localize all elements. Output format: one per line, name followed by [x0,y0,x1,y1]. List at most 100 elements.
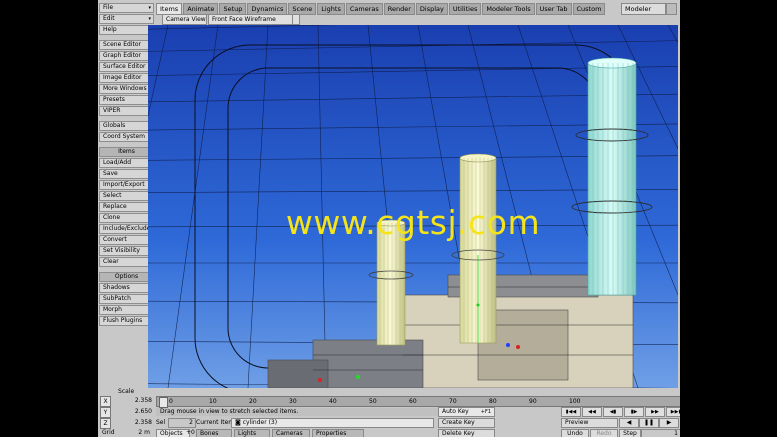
delete-key-button[interactable]: Delete Key [438,429,495,437]
axis-x-button[interactable]: X [100,396,111,407]
menu-image-editor-button[interactable]: Image Editor▾ [99,73,154,83]
viewport-header: Camera View Front Face Wireframe [162,14,678,25]
menu-viper-label: VIPER [103,107,121,114]
menu-presets-button[interactable]: Presets▾ [99,95,154,105]
menu-convert-button[interactable]: Convert▾ [99,235,154,245]
step-back-button[interactable]: ◀◀ [582,407,602,417]
axis-y-value[interactable]: 2.650 [112,407,152,416]
menu-clear-button[interactable]: Clear▾ [99,257,154,267]
coord-row-z: Z 2.358 [100,418,152,429]
axis-y-button[interactable]: Y [100,407,111,418]
menu-morph-label: Morph [103,306,122,313]
menu-viper-button[interactable]: VIPER▾ [99,106,154,116]
bottom-panel: Scale 0 10 20 30 40 50 60 70 80 90 100 X 2.358 Y 2.65… [98,388,680,437]
redo-button[interactable]: Redo [590,429,618,437]
render-mode-dropdown[interactable]: Front Face Wireframe [208,14,293,25]
preview-dropdown[interactable]: Preview [561,418,618,428]
menu-save-button[interactable]: Save▾ [99,169,154,179]
menu-set-visibility-button[interactable]: Set Visibility▾ [99,246,154,256]
menu-edit-button[interactable]: Edit ▾ [99,14,154,24]
step-forward-button[interactable]: ▶▶ [645,407,665,417]
play-forward-button[interactable]: ▮▶ [624,407,644,417]
auto-key-button[interactable]: Auto Key +F1 [438,407,495,417]
coord-row-y: Y 2.650 [100,407,152,418]
item-type-tab-cameras[interactable]: Cameras [272,429,310,437]
item-type-tab-objects[interactable]: Objects [156,429,190,437]
menu-load-add-label: Load/Add [103,159,132,166]
play-back-button[interactable]: ◀▮ [603,407,623,417]
menu-load-add-button[interactable]: Load/Add▾ [99,158,154,168]
objects-count: +0 [186,429,195,436]
item-type-tab-bones[interactable]: Bones [196,429,232,437]
menu-scene-editor-button[interactable]: Scene Editor▾ [99,40,154,50]
menu-file-button[interactable]: File ▾ [99,3,154,13]
current-item-label: Current Item [196,419,235,426]
menu-import-export-button[interactable]: Import/Export▾ [99,180,154,190]
pause-button[interactable]: ❚❚ [639,418,659,428]
watermark-text: www.cgtsj.com [285,203,541,242]
menu-presets-label: Presets [103,96,125,103]
timeline-tick-label: 80 [489,398,497,405]
menu-set-visibility-label: Set Visibility [103,247,140,254]
undo-button[interactable]: Undo [561,429,589,437]
axis-z-value[interactable]: 2.358 [112,418,152,427]
menu-clone-label: Clone [103,214,121,221]
cylinder-icon: ◙ [235,419,243,426]
menu-globals-label: Globals [103,122,126,129]
play-button[interactable]: ▶ [659,418,679,428]
axis-x-value[interactable]: 2.358 [112,396,152,405]
render-mode-label: Front Face Wireframe [212,16,276,23]
create-key-button[interactable]: Create Key [438,418,495,428]
menu-shadows-label: Shadows [103,284,130,291]
item-type-tab-properties[interactable]: Properties [312,429,364,437]
menu-coord-system-label: Coord System [103,133,145,140]
menu-replace-label: Replace [103,203,127,210]
menu-include-exclude-button[interactable]: Include/Exclude▾ [99,224,154,234]
menu-help-button[interactable]: Help▾ [99,25,154,35]
menu-morph-button[interactable]: Morph▾ [99,305,154,315]
menu-import-export-label: Import/Export [103,181,145,188]
menu-globals-button[interactable]: Globals▾ [99,121,154,131]
menu-file-label: File [103,4,114,11]
timeline-tick-label: 10 [209,398,217,405]
selection-count: 2 [168,418,196,428]
timeline-slider[interactable]: 0 10 20 30 40 50 60 70 80 90 100 [156,396,680,408]
go-to-end-button[interactable]: ▶▶▮ [666,407,680,417]
timeline-current-frame-handle[interactable] [159,397,168,408]
chevron-down-icon: ▾ [148,16,151,22]
axis-z-button[interactable]: Z [100,418,111,429]
menu-convert-label: Convert [103,236,127,243]
camera-viewport[interactable]: www.cgtsj.com [148,25,678,388]
item-type-tab-lights[interactable]: Lights [234,429,270,437]
menu-flush-plugins-label: Flush Plugins [103,317,143,324]
undo-label: Undo [567,430,583,437]
menu-clone-button[interactable]: Clone▾ [99,213,154,223]
view-type-dropdown[interactable]: Camera View [162,14,207,25]
timeline-tick-label: 30 [289,398,297,405]
menu-shadows-button[interactable]: Shadows▾ [99,283,154,293]
step-value: 1 [674,430,678,437]
menu-flush-plugins-button[interactable]: Flush Plugins▾ [99,316,154,326]
timeline-tick-label: 60 [409,398,417,405]
menu-surface-editor-label: Surface Editor [103,63,146,70]
menu-more-windows-label: More Windows [103,85,147,92]
timeline-tick-label: 90 [529,398,537,405]
menu-select-button[interactable]: Select▾ [99,191,154,201]
menu-replace-button[interactable]: Replace▾ [99,202,154,212]
playback-controls: ▮◀◀ ◀◀ ◀▮ ▮▶ ▶▶ ▶▶▮ [561,407,680,417]
menu-include-exclude-label: Include/Exclude [103,225,151,232]
current-item-dropdown[interactable]: ◙ cylinder (3) [231,418,434,428]
menu-more-windows-button[interactable]: More Windows▾ [99,84,154,94]
go-to-start-button[interactable]: ▮◀◀ [561,407,581,417]
preview-label: Preview [565,419,589,426]
step-value-field[interactable]: 1 [641,429,680,437]
menu-coord-system-button[interactable]: Coord System▾ [99,132,154,142]
menu-graph-editor-label: Graph Editor [103,52,142,59]
menu-graph-editor-button[interactable]: Graph Editor▾ [99,51,154,61]
rewind-button[interactable]: ◀ [619,418,639,428]
grid-label: Grid [102,429,115,436]
menu-subpatch-button[interactable]: SubPatch▾ [99,294,154,304]
timeline-tick-label: 20 [249,398,257,405]
menu-surface-editor-button[interactable]: Surface Editor▾ [99,62,154,72]
viewport-options-arrow[interactable] [292,14,300,25]
